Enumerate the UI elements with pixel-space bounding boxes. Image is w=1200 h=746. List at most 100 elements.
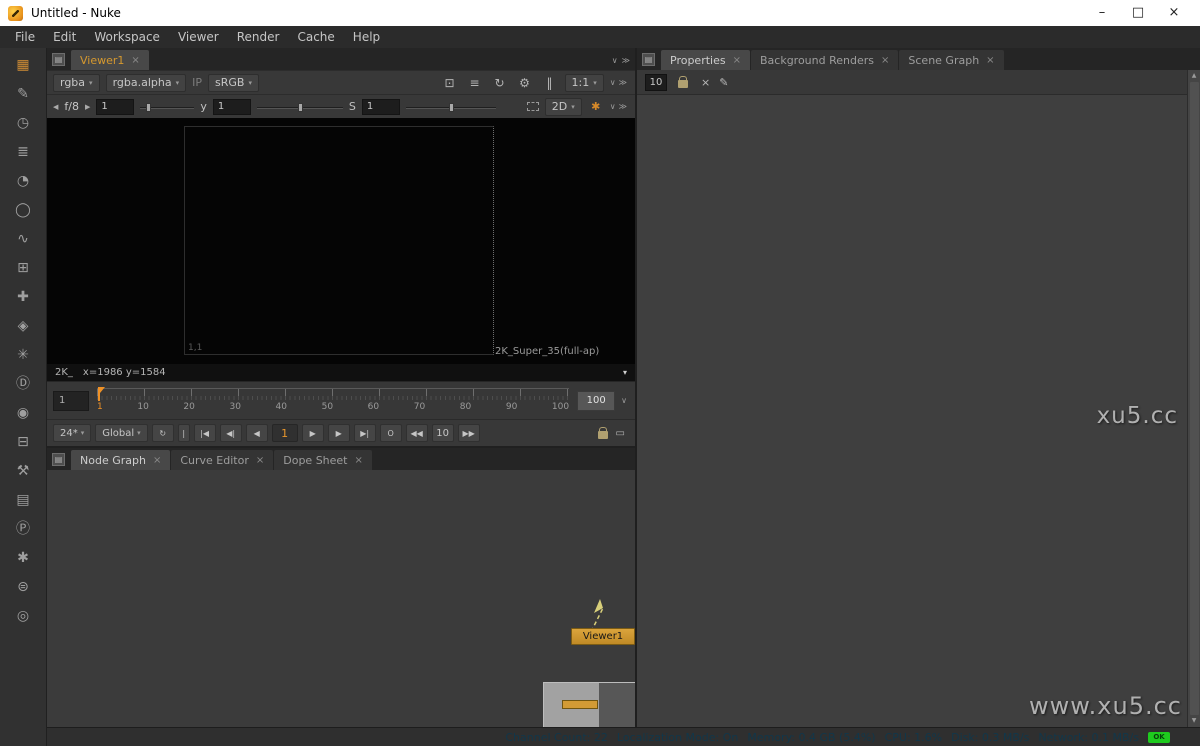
furnace-icon[interactable]: ⊜ xyxy=(13,577,33,597)
range-mode-select[interactable]: Global ▾ xyxy=(95,424,148,442)
deep-icon[interactable]: Ⓓ xyxy=(13,374,33,394)
transform-icon[interactable]: ✚ xyxy=(13,287,33,307)
frame-increment-input[interactable]: 10 xyxy=(431,424,454,442)
views-icon[interactable]: ◉ xyxy=(13,403,33,423)
tab-scene-graph[interactable]: Scene Graph × xyxy=(899,50,1004,70)
scroll-down-icon[interactable]: ▼ xyxy=(1192,717,1197,725)
range-start-input[interactable]: 1 xyxy=(53,390,89,411)
fstop-button[interactable]: f/8 xyxy=(64,100,79,113)
node-graph-minimap[interactable] xyxy=(543,682,635,727)
roi-icon[interactable] xyxy=(526,102,539,111)
channel-icon[interactable]: ≣ xyxy=(13,142,33,162)
zoom-select[interactable]: 1:1 ▾ xyxy=(564,73,604,92)
menu-edit[interactable]: Edit xyxy=(44,26,85,48)
pane-menu-icon[interactable]: ▤ xyxy=(52,53,65,66)
proxy-toggle-icon[interactable]: ✱ xyxy=(588,100,604,113)
3d-icon[interactable]: ◈ xyxy=(13,316,33,336)
close-all-panels-icon[interactable]: × xyxy=(701,76,710,89)
play-button[interactable]: ▶ xyxy=(301,424,324,442)
lock-icon[interactable] xyxy=(597,426,608,439)
slider-handle[interactable] xyxy=(449,102,455,112)
chevron-down-icon[interactable]: ∨ xyxy=(621,396,627,405)
chevron-more-icon[interactable]: ≫ xyxy=(622,56,630,65)
colorspace-select[interactable]: sRGB ▾ xyxy=(208,73,259,92)
refresh-icon[interactable]: ↻ xyxy=(491,76,509,90)
jump-back-button[interactable]: ◀◀ xyxy=(405,424,428,442)
toolsets-icon[interactable]: ⚒ xyxy=(13,461,33,481)
menu-viewer[interactable]: Viewer xyxy=(169,26,228,48)
merge-icon[interactable]: ⊞ xyxy=(13,258,33,278)
maximize-button[interactable]: □ xyxy=(1120,0,1156,26)
slider-handle[interactable] xyxy=(298,102,304,112)
goto-start-button[interactable]: |◀ xyxy=(193,424,216,442)
viewer-canvas[interactable]: 1,1 2K_Super_35(full-ap) xyxy=(47,118,635,364)
tab-dope-sheet[interactable]: Dope Sheet × xyxy=(274,450,372,470)
tab-node-graph[interactable]: Node Graph × xyxy=(71,450,171,470)
chevron-more-icon[interactable]: ≫ xyxy=(619,102,627,111)
close-icon[interactable]: × xyxy=(881,55,889,66)
playhead[interactable] xyxy=(98,386,105,401)
menu-workspace[interactable]: Workspace xyxy=(85,26,169,48)
metadata-icon[interactable]: ⊟ xyxy=(13,432,33,452)
viewer1-node[interactable]: Viewer1 xyxy=(571,628,635,645)
step-back-button[interactable]: ◀ xyxy=(245,424,268,442)
step-forward-button[interactable]: ▶ xyxy=(327,424,350,442)
range-end-input[interactable]: 100 xyxy=(577,390,616,411)
gain-input[interactable]: 1 xyxy=(96,98,135,115)
settings-icon[interactable]: ⚙ xyxy=(516,76,534,90)
pause-icon[interactable]: ‖ xyxy=(541,76,559,90)
properties-scrollbar[interactable]: ▲ ▼ xyxy=(1187,70,1200,727)
timeline-ruler[interactable]: 1 10 20 30 40 50 60 70 80 90 100 xyxy=(95,386,571,416)
filter-icon[interactable]: ◯ xyxy=(13,200,33,220)
gain-slider[interactable] xyxy=(140,99,195,115)
next-keyframe-button[interactable]: ▶| xyxy=(353,424,376,442)
slider-handle[interactable] xyxy=(145,102,151,112)
tab-properties[interactable]: Properties × xyxy=(661,50,750,70)
keyer-icon[interactable]: ∿ xyxy=(13,229,33,249)
edit-icon[interactable]: ✎ xyxy=(719,76,728,89)
close-button[interactable]: × xyxy=(1156,0,1192,26)
close-icon[interactable]: × xyxy=(153,455,161,466)
prev-arrow-icon[interactable]: ◀ xyxy=(53,103,58,111)
range-toggle-button[interactable]: O xyxy=(379,424,402,442)
saturation-slider[interactable] xyxy=(405,99,496,115)
input-process-toggle[interactable]: IP xyxy=(192,76,202,89)
color-icon[interactable]: ◔ xyxy=(13,171,33,191)
particles-icon[interactable]: ✱ xyxy=(13,548,33,568)
list-icon[interactable]: ≡ xyxy=(466,76,484,90)
pane-menu-icon[interactable]: ▤ xyxy=(642,53,655,66)
draw-icon[interactable]: ✎ xyxy=(13,84,33,104)
pane-menu-icon[interactable]: ▤ xyxy=(52,453,65,466)
lock-icon[interactable] xyxy=(678,75,688,88)
chevron-down-icon[interactable]: ∨ xyxy=(610,102,616,111)
menu-cache[interactable]: Cache xyxy=(288,26,343,48)
chevron-more-icon[interactable]: ≫ xyxy=(619,78,627,87)
fps-select[interactable]: 24* ▾ xyxy=(53,424,92,442)
menu-render[interactable]: Render xyxy=(228,26,289,48)
render-icon[interactable]: ✳ xyxy=(13,345,33,365)
tab-viewer1[interactable]: Viewer1 × xyxy=(71,50,149,70)
chevron-down-icon[interactable]: ∨ xyxy=(610,78,616,87)
view-mode-select[interactable]: 2D ▾ xyxy=(544,97,582,116)
saturation-input[interactable]: 1 xyxy=(361,98,400,115)
image-icon[interactable]: ▦ xyxy=(13,55,33,75)
chevron-down-icon[interactable]: ▾ xyxy=(623,368,627,377)
close-icon[interactable]: × xyxy=(131,55,139,66)
minimize-button[interactable]: – xyxy=(1084,0,1120,26)
gamma-input[interactable]: 1 xyxy=(212,98,251,115)
ocio-icon[interactable]: ◎ xyxy=(13,606,33,626)
current-frame-input[interactable]: 1 xyxy=(271,424,298,442)
display-icon[interactable]: ⊡ xyxy=(441,76,459,90)
playback-mode-button[interactable]: ↻ xyxy=(151,424,174,442)
prev-keyframe-button[interactable]: ◀| xyxy=(219,424,242,442)
close-icon[interactable]: × xyxy=(355,455,363,466)
tab-curve-editor[interactable]: Curve Editor × xyxy=(171,450,274,470)
time-icon[interactable]: ◷ xyxy=(13,113,33,133)
gamma-slider[interactable] xyxy=(256,99,343,115)
flipbook-icon[interactable]: ▭ xyxy=(616,428,629,439)
next-arrow-icon[interactable]: ▶ xyxy=(85,103,90,111)
plugins-icon[interactable]: Ⓟ xyxy=(13,519,33,539)
menu-help[interactable]: Help xyxy=(344,26,389,48)
channel-select[interactable]: rgba ▾ xyxy=(53,73,100,92)
close-icon[interactable]: × xyxy=(733,55,741,66)
